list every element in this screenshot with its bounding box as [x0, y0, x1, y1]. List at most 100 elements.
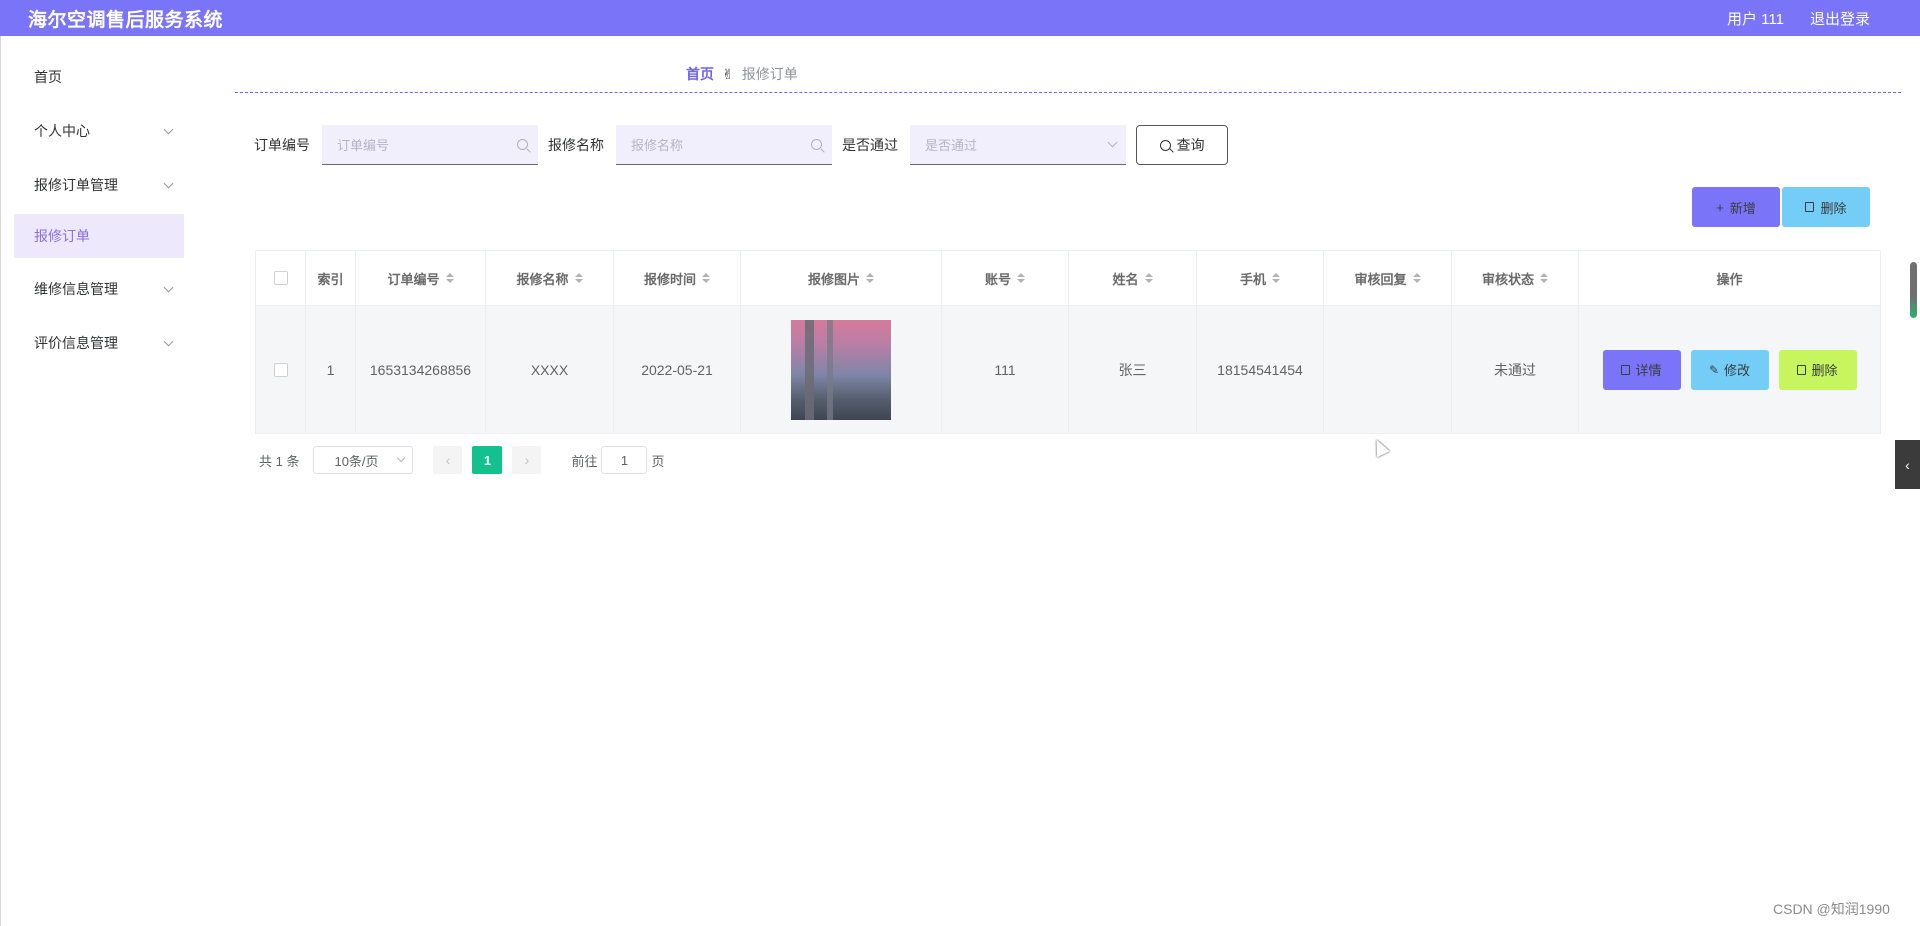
sidebar-item-label: 报修订单管理	[34, 177, 118, 193]
page-size-select[interactable]: 10条/页	[313, 446, 414, 474]
sidebar-item-label: 报修订单	[34, 228, 90, 244]
sort-icon[interactable]	[1144, 273, 1153, 283]
breadcrumb-separator-icon: ✌	[722, 65, 734, 82]
side-collapse-tab[interactable]: ‹	[1895, 440, 1920, 489]
sort-icon[interactable]	[445, 273, 454, 283]
logout-link[interactable]: 退出登录	[1810, 8, 1870, 29]
passed-placeholder: 是否通过	[925, 138, 978, 153]
cell-index: 1	[306, 306, 356, 433]
pagination: 共 1 条 10条/页 ‹ 1 › 前往 1 页	[259, 446, 665, 474]
next-page-button[interactable]: ›	[512, 446, 542, 474]
breadcrumb-divider	[235, 92, 1901, 93]
row-checkbox[interactable]	[273, 362, 288, 377]
column-header-label: 审核状态	[1481, 271, 1534, 287]
sidebar-item-repair-order[interactable]: 报修订单	[14, 214, 184, 258]
column-header-label: 审核回复	[1354, 271, 1407, 287]
sort-icon[interactable]	[1540, 273, 1548, 283]
column-header-label: 操作	[1716, 271, 1743, 287]
user-name: 用户 111	[1727, 10, 1784, 28]
sort-icon[interactable]	[702, 273, 710, 283]
sort-icon[interactable]	[1412, 273, 1421, 283]
order-no-placeholder: 订单编号	[337, 138, 390, 153]
sort-icon[interactable]	[866, 273, 874, 283]
prev-page-button[interactable]: ‹	[433, 446, 463, 474]
sidebar-item-personal-center[interactable]: 个人中心	[14, 106, 184, 156]
goto-label: 前往	[571, 453, 598, 469]
page-size-value: 10条/页	[334, 453, 379, 469]
scrollbar-thumb[interactable]	[1910, 262, 1917, 318]
column-header-order-no[interactable]: 订单编号	[356, 251, 486, 305]
top-bar: 海尔空调售后服务系统 用户 111 退出登录	[0, 0, 1920, 36]
detail-button[interactable]: 详情	[1602, 349, 1681, 390]
repair-name-placeholder: 报修名称	[631, 138, 684, 153]
cell-review-status: 未通过	[1452, 306, 1579, 433]
query-button[interactable]: 查询	[1136, 125, 1228, 165]
cell-repair-image	[741, 306, 942, 433]
table-row: 1 1653134268856 XXXX 2022-05-21 111 张三 1…	[256, 306, 1880, 433]
column-header-label: 报修时间	[643, 271, 696, 287]
sidebar-item-label: 首页	[34, 69, 62, 85]
cell-actions: 详情 ✎ 修改 删除	[1579, 306, 1880, 433]
detail-button-label: 详情	[1635, 363, 1662, 378]
page-number-current[interactable]: 1	[472, 446, 503, 474]
column-header-name[interactable]: 姓名	[1069, 251, 1197, 305]
plus-icon: +	[1716, 199, 1724, 215]
mouse-cursor-icon	[1370, 436, 1390, 458]
sort-icon[interactable]	[1017, 273, 1025, 283]
sidebar-item-home[interactable]: 首页	[14, 52, 184, 102]
trash-icon	[1797, 364, 1807, 375]
sort-icon[interactable]	[574, 273, 583, 283]
select-all-checkbox[interactable]	[273, 271, 288, 285]
cell-repair-name: XXXX	[486, 306, 614, 433]
column-header-label: 账号	[984, 271, 1011, 287]
chevron-down-icon	[1107, 137, 1118, 148]
goto-unit: 页	[651, 453, 665, 469]
goto-page-input[interactable]: 1	[601, 446, 648, 474]
column-header-review-status[interactable]: 审核状态	[1452, 251, 1579, 305]
breadcrumb: 首页 ✌ 报修订单	[686, 64, 798, 84]
passed-select[interactable]: 是否通过	[910, 125, 1126, 165]
repair-name-label: 报修名称	[548, 137, 604, 153]
sort-icon[interactable]	[1272, 273, 1280, 283]
chevron-down-icon	[163, 336, 174, 346]
column-header-repair-image[interactable]: 报修图片	[741, 251, 942, 305]
batch-delete-button[interactable]: 删除	[1782, 187, 1870, 227]
column-header-phone[interactable]: 手机	[1197, 251, 1324, 305]
column-header-repair-time[interactable]: 报修时间	[614, 251, 741, 305]
edit-button-label: 修改	[1724, 363, 1751, 378]
watermark: CSDN @知润1990	[1773, 901, 1890, 917]
sidebar-item-review-info[interactable]: 评价信息管理	[14, 318, 184, 368]
column-header-account[interactable]: 账号	[942, 251, 1069, 305]
repair-name-input[interactable]: 报修名称	[616, 125, 832, 165]
chevron-down-icon	[163, 178, 174, 188]
order-no-input[interactable]: 订单编号	[322, 125, 538, 165]
cell-account: 111	[942, 306, 1069, 433]
delete-button-label: 删除	[1811, 363, 1838, 378]
chevron-down-icon	[163, 282, 174, 292]
breadcrumb-home[interactable]: 首页	[686, 64, 714, 84]
cell-review-reply	[1324, 306, 1452, 433]
search-icon	[1159, 139, 1171, 151]
repair-image-thumbnail[interactable]	[791, 319, 891, 420]
query-button-label: 查询	[1176, 137, 1205, 153]
sidebar-item-maintenance-info[interactable]: 维修信息管理	[14, 264, 184, 314]
table-header-row: 索引 订单编号 报修名称 报修时间 报修图片 账号 姓名 手机 审核回复 审核状…	[256, 251, 1880, 306]
trash-icon	[1805, 202, 1815, 212]
sidebar-item-label: 维修信息管理	[34, 281, 118, 297]
row-select-cell	[256, 306, 306, 433]
edit-button[interactable]: ✎ 修改	[1690, 349, 1769, 390]
app-title: 海尔空调售后服务系统	[28, 9, 224, 31]
column-header-review-reply[interactable]: 审核回复	[1324, 251, 1452, 305]
sidebar-item-label: 评价信息管理	[34, 335, 118, 351]
goto-page: 前往 1 页	[571, 446, 665, 474]
delete-button[interactable]: 删除	[1778, 349, 1857, 390]
column-header-repair-name[interactable]: 报修名称	[486, 251, 614, 305]
add-button[interactable]: + 新增	[1692, 187, 1780, 227]
search-icon	[811, 139, 822, 150]
search-filters: 订单编号 订单编号 报修名称 报修名称 是否通过 是否通过 查询	[254, 125, 1228, 165]
sidebar-item-repair-order-management[interactable]: 报修订单管理	[14, 160, 184, 210]
cell-phone: 18154541454	[1197, 306, 1324, 433]
column-header-actions: 操作	[1579, 251, 1880, 305]
passed-label: 是否通过	[842, 137, 898, 153]
column-header-label: 姓名	[1112, 271, 1139, 287]
